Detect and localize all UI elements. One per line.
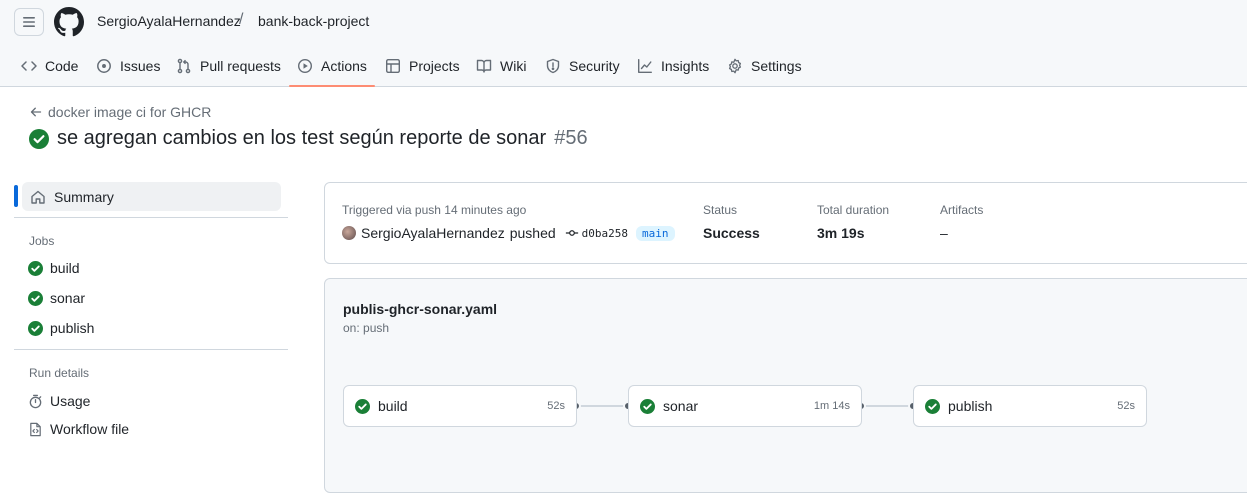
breadcrumb-owner[interactable]: SergioAyalaHernandez (97, 13, 241, 29)
book-icon (476, 59, 492, 73)
branch-badge[interactable]: main (636, 225, 675, 241)
tab-label: Wiki (500, 57, 527, 74)
job-duration: 1m 14s (813, 400, 850, 412)
check-circle-icon (29, 128, 49, 149)
file-code-icon (30, 422, 41, 436)
job-card-sonar[interactable]: sonar 1m 14s (628, 385, 862, 427)
home-icon (31, 190, 45, 204)
tab-actions[interactable]: Actions (289, 44, 375, 87)
tab-label: Code (45, 57, 79, 74)
tab-label: Actions (321, 57, 367, 74)
code-icon (21, 60, 37, 71)
job-label: build (50, 260, 80, 276)
tab-settings[interactable]: Settings (727, 44, 802, 87)
duration-label: Total duration (817, 203, 890, 217)
tab-pull-requests[interactable]: Pull requests (176, 44, 281, 87)
job-card-build[interactable]: build 52s (343, 385, 577, 427)
active-indicator (14, 185, 18, 207)
menu-button[interactable] (14, 8, 44, 36)
job-name: sonar (663, 398, 699, 414)
table-icon (386, 58, 401, 73)
workflow-name: docker image ci for GHCR (48, 104, 212, 120)
divider (14, 217, 288, 218)
check-circle-icon (28, 260, 43, 276)
check-circle-icon (28, 290, 43, 306)
jobs-heading: Jobs (29, 234, 55, 248)
job-duration: 52s (1117, 400, 1135, 412)
check-circle-icon (640, 398, 655, 414)
commit-icon (565, 230, 578, 236)
breadcrumb-repo[interactable]: bank-back-project (258, 13, 369, 29)
run-title-text: se agregan cambios en los test según rep… (57, 127, 547, 149)
arrow-left-icon (30, 107, 42, 117)
play-icon (297, 58, 313, 73)
tab-issues[interactable]: Issues (96, 44, 160, 87)
tab-insights[interactable]: Insights (637, 44, 709, 87)
tab-label: Security (569, 57, 620, 74)
tab-label: Insights (661, 57, 710, 74)
check-circle-icon (355, 398, 370, 414)
stopwatch-icon (29, 394, 42, 408)
hamburger-icon (23, 17, 35, 27)
job-duration: 52s (547, 400, 565, 412)
trigger-details: SergioAyalaHernandez pushed d0ba258 main (342, 225, 675, 241)
tab-projects[interactable]: Projects (385, 44, 460, 87)
tab-label: Projects (409, 57, 460, 74)
pull-request-icon (177, 58, 191, 73)
duration-value: 3m 19s (817, 225, 865, 241)
sidebar-job-sonar[interactable]: sonar (28, 290, 85, 306)
back-to-workflow-link[interactable]: docker image ci for GHCR (30, 104, 211, 120)
job-label: publish (50, 320, 95, 336)
shield-icon (546, 58, 560, 73)
workflow-trigger: on: push (343, 321, 390, 335)
tab-label: Issues (120, 57, 161, 74)
sidebar-job-build[interactable]: build (28, 260, 80, 276)
tab-label: Settings (751, 57, 802, 74)
issue-icon (97, 58, 111, 73)
job-card-publish[interactable]: publish 52s (913, 385, 1147, 427)
check-circle-icon (925, 398, 940, 414)
commit-link[interactable]: d0ba258 (565, 226, 628, 240)
artifacts-value: – (940, 225, 948, 241)
workflow-file-name[interactable]: publis-ghcr-sonar.yaml (343, 301, 497, 317)
job-name: publish (948, 398, 993, 414)
commit-sha: d0ba258 (581, 226, 629, 240)
job-label: sonar (50, 290, 86, 306)
run-summary-card: Triggered via push 14 minutes ago Sergio… (324, 182, 1247, 264)
sidebar-item-label: Summary (54, 188, 114, 205)
repo-tabs: Code Issues Pull requests Actions Projec… (0, 44, 1247, 87)
github-logo-icon[interactable] (54, 7, 84, 37)
avatar[interactable] (342, 226, 356, 240)
status-label: Status (703, 203, 738, 217)
status-value: Success (703, 225, 760, 241)
trigger-label: Triggered via push 14 minutes ago (342, 203, 527, 217)
breadcrumb-separator: / (239, 11, 244, 28)
sidebar-item-summary[interactable]: Summary (22, 182, 281, 211)
job-name: build (378, 398, 408, 414)
workflow-graph: publis-ghcr-sonar.yaml on: push build 52… (324, 278, 1247, 493)
usage-label: Usage (50, 393, 91, 409)
gear-icon (728, 58, 742, 73)
tab-code[interactable]: Code (21, 44, 78, 87)
sidebar-job-publish[interactable]: publish (28, 320, 94, 336)
divider (14, 349, 288, 350)
tab-wiki[interactable]: Wiki (476, 44, 526, 87)
page-title: se agregan cambios en los test según rep… (29, 127, 588, 150)
tab-security[interactable]: Security (545, 44, 620, 87)
check-circle-icon (28, 320, 43, 336)
sidebar-item-usage[interactable]: Usage (28, 393, 90, 409)
actor-link[interactable]: SergioAyalaHernandez (361, 225, 505, 241)
artifacts-label: Artifacts (940, 203, 984, 217)
job-connector (577, 405, 629, 407)
workflow-file-label: Workflow file (50, 421, 130, 437)
job-connector (861, 405, 914, 407)
graph-icon (638, 58, 652, 73)
run-number: #56 (554, 127, 588, 149)
repo-header: SergioAyalaHernandez / bank-back-project… (0, 0, 1247, 87)
action-text: pushed (509, 225, 556, 241)
sidebar-item-workflow-file[interactable]: Workflow file (28, 421, 129, 437)
run-details-heading: Run details (29, 366, 90, 380)
tab-label: Pull requests (200, 57, 281, 74)
